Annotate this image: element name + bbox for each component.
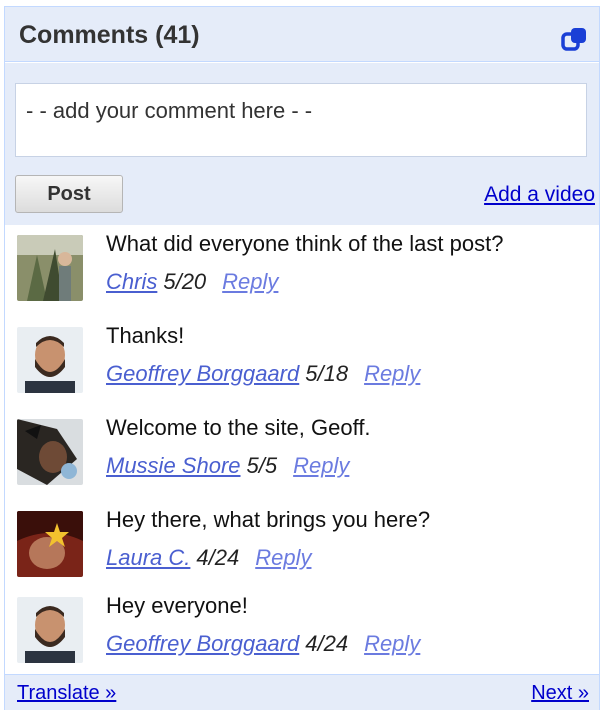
comment-item: Hey there, what brings you here? Laura C…	[5, 501, 599, 593]
avatar[interactable]	[17, 327, 83, 393]
next-page-link[interactable]: Next »	[531, 682, 589, 705]
reply-link[interactable]: Reply	[364, 631, 420, 656]
comment-meta: Chris 5/20 Reply	[106, 269, 278, 295]
translate-link[interactable]: Translate »	[17, 682, 116, 705]
comment-text: What did everyone think of the last post…	[106, 231, 504, 256]
reply-link[interactable]: Reply	[293, 453, 349, 478]
comment-item: Thanks! Geoffrey Borggaard 5/18 Reply	[5, 317, 599, 409]
author-link[interactable]: Geoffrey Borggaard	[106, 361, 299, 386]
comments-footer: Translate » Next »	[5, 674, 599, 710]
comment-meta: Geoffrey Borggaard 4/24 Reply	[106, 631, 420, 657]
avatar[interactable]	[17, 511, 83, 577]
comment-text: Hey there, what brings you here?	[106, 507, 431, 532]
compose-area: Post Add a video	[5, 63, 599, 225]
comment-date: 5/5	[246, 453, 278, 478]
comment-date: 4/24	[196, 545, 240, 570]
author-link[interactable]: Mussie Shore	[106, 453, 241, 478]
reply-link[interactable]: Reply	[255, 545, 311, 570]
author-link[interactable]: Geoffrey Borggaard	[106, 631, 299, 656]
comment-date: 5/20	[163, 269, 207, 294]
comment-item: Hey everyone! Geoffrey Borggaard 4/24 Repl…	[5, 587, 599, 679]
avatar[interactable]	[17, 419, 83, 485]
comment-meta: Mussie Shore 5/5 Reply	[106, 453, 349, 479]
comment-text: Welcome to the site, Geoff.	[106, 415, 371, 440]
comment-meta: Geoffrey Borggaard 5/18 Reply	[106, 361, 420, 387]
comment-text: Thanks!	[106, 323, 185, 348]
comments-header: Comments (41)	[5, 7, 599, 62]
author-link[interactable]: Laura C.	[106, 545, 190, 570]
popout-icon[interactable]	[561, 25, 589, 53]
author-link[interactable]: Chris	[106, 269, 157, 294]
add-video-link[interactable]: Add a video	[484, 183, 595, 207]
reply-link[interactable]: Reply	[222, 269, 278, 294]
avatar[interactable]	[17, 235, 83, 301]
comment-item: What did everyone think of the last post…	[5, 225, 599, 317]
post-button[interactable]: Post	[15, 175, 123, 213]
comment-item: Welcome to the site, Geoff. Mussie Shore…	[5, 409, 599, 501]
comment-date: 4/24	[305, 631, 349, 656]
avatar[interactable]	[17, 597, 83, 663]
reply-link[interactable]: Reply	[364, 361, 420, 386]
comment-meta: Laura C. 4/24 Reply	[106, 545, 311, 571]
comment-text: Hey everyone!	[106, 593, 248, 618]
comment-date: 5/18	[305, 361, 349, 386]
comment-input[interactable]	[15, 83, 587, 157]
comments-title: Comments (41)	[19, 21, 200, 49]
comments-widget: Comments (41) Post Add a video	[4, 6, 600, 710]
